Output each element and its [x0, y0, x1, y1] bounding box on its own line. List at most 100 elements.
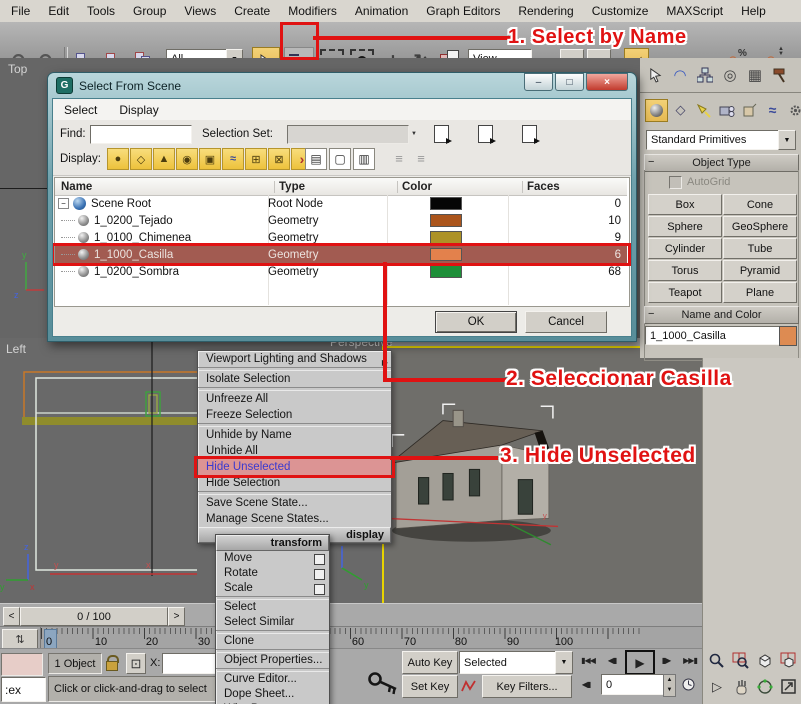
previous-frame-button[interactable]: ◀▮ — [601, 650, 623, 671]
name-color-rollout[interactable]: − Name and Color — [644, 306, 799, 324]
tab-motion[interactable]: ◎ — [719, 63, 741, 87]
button-pyramid[interactable]: Pyramid — [723, 260, 797, 281]
select-all-icon[interactable] — [434, 125, 449, 143]
key-mode-dropdown[interactable]: Selected — [459, 651, 561, 674]
column-header-type[interactable]: Type — [275, 181, 398, 193]
menu-item-curve-editor[interactable]: Curve Editor... — [216, 672, 329, 687]
menu-item-unhide-all[interactable]: Unhide All — [198, 443, 391, 459]
display-influences-icon[interactable]: ≡ — [411, 148, 431, 168]
column-header-faces[interactable]: Faces — [523, 181, 627, 193]
display-shapes-icon[interactable]: ◇ — [130, 148, 152, 170]
column-header-name[interactable]: Name — [55, 181, 275, 193]
find-input[interactable] — [90, 125, 192, 144]
menu-item-hide-selection[interactable]: Hide Selection — [198, 475, 391, 491]
absolute-mode-toggle[interactable]: ⊡ — [126, 653, 146, 674]
menu-item-rotate[interactable]: Rotate — [216, 566, 329, 581]
zoom-extents-button[interactable] — [754, 650, 776, 672]
display-xrefs-icon[interactable]: ⊠ — [268, 148, 290, 170]
play-button[interactable]: ▶ — [625, 650, 655, 675]
ok-button[interactable]: OK — [435, 311, 517, 333]
set-key-button[interactable]: Set Key — [402, 675, 458, 698]
zoom-button[interactable] — [706, 650, 728, 672]
menu-tools[interactable]: Tools — [78, 1, 124, 21]
arc-rotate-button[interactable] — [754, 676, 776, 698]
display-all-icon[interactable]: ▤ — [305, 148, 327, 170]
button-sphere[interactable]: Sphere — [648, 216, 722, 237]
menu-maxscript[interactable]: MAXScript — [657, 1, 732, 21]
menu-item-isolate-selection[interactable]: Isolate Selection — [198, 371, 391, 387]
move-settings-icon[interactable] — [314, 554, 325, 565]
display-cameras-icon[interactable]: ◉ — [176, 148, 198, 170]
tab-utilities[interactable] — [769, 63, 791, 87]
selection-set-dropdown[interactable] — [287, 125, 409, 144]
menu-item-clone[interactable]: Clone — [216, 634, 329, 649]
table-row-casilla-selected[interactable]: 1_1000_Casilla Geometry 6 — [55, 246, 627, 263]
menu-item-freeze-selection[interactable]: Freeze Selection — [198, 407, 391, 423]
frame-spinner[interactable]: ▲▼ — [663, 674, 676, 697]
menu-graph-editors[interactable]: Graph Editors — [417, 1, 509, 21]
menu-modifiers[interactable]: Modifiers — [279, 1, 346, 21]
menu-views[interactable]: Views — [175, 1, 225, 21]
menu-group[interactable]: Group — [124, 1, 175, 21]
menu-item-save-scene-state[interactable]: Save Scene State... — [198, 495, 391, 511]
maximize-viewport-button[interactable] — [778, 676, 800, 698]
menu-item-manage-scene-states[interactable]: Manage Scene States... — [198, 511, 391, 527]
menu-file[interactable]: File — [2, 1, 39, 21]
display-space-warps-icon[interactable]: ≈ — [222, 148, 244, 170]
close-button[interactable]: × — [586, 73, 628, 91]
tab-display[interactable]: ▦ — [744, 63, 766, 87]
time-configuration-button[interactable] — [678, 674, 698, 695]
menu-item-unhide-by-name[interactable]: Unhide by Name — [198, 427, 391, 443]
button-plane[interactable]: Plane — [723, 282, 797, 303]
time-slider-prev-button[interactable]: < — [3, 607, 20, 626]
button-cylinder[interactable]: Cylinder — [648, 238, 722, 259]
menu-item-unfreeze-all[interactable]: Unfreeze All — [198, 391, 391, 407]
selection-set-arrow-icon[interactable]: ▼ — [407, 125, 421, 142]
display-children-icon[interactable]: ≡ — [389, 148, 409, 168]
menu-item-hide-unselected[interactable]: Hide Unselected — [198, 459, 391, 475]
button-tube[interactable]: Tube — [723, 238, 797, 259]
menu-item-viewport-lighting[interactable]: Viewport Lighting and Shadows▶ — [198, 351, 391, 367]
category-space-warps[interactable]: ≈ — [762, 100, 783, 121]
display-invert-icon[interactable]: ▥ — [353, 148, 375, 170]
maximize-button[interactable]: □ — [555, 73, 584, 91]
button-torus[interactable]: Torus — [648, 260, 722, 281]
autogrid-checkbox[interactable] — [669, 176, 682, 189]
key-filters-button[interactable]: Key Filters... — [482, 675, 572, 698]
time-slider-next-button[interactable]: > — [168, 607, 185, 626]
table-row-tejado[interactable]: 1_0200_Tejado Geometry 10 — [55, 212, 627, 229]
object-name-field[interactable]: 1_1000_Casilla — [645, 326, 781, 345]
menu-item-move[interactable]: Move — [216, 551, 329, 566]
zoom-extents-all-button[interactable] — [778, 650, 800, 672]
object-color-swatch[interactable] — [779, 326, 797, 346]
zoom-all-button[interactable] — [730, 650, 752, 672]
button-cone[interactable]: Cone — [723, 194, 797, 215]
selection-lock-icon[interactable] — [106, 654, 118, 670]
goto-start-button[interactable]: ▮◀◀ — [577, 650, 599, 671]
menu-animation[interactable]: Animation — [346, 1, 417, 21]
table-row-chimenea[interactable]: 1_0100_Chimenea Geometry 9 — [55, 229, 627, 246]
category-systems[interactable] — [785, 100, 801, 121]
new-key-curve-icon[interactable] — [459, 675, 479, 696]
category-cameras[interactable] — [716, 100, 737, 121]
menu-item-select-similar[interactable]: Select Similar — [216, 615, 329, 630]
track-bar-ruler[interactable]: 0 10 20 30 40 50 60 70 80 90 100 — [40, 627, 641, 649]
display-lights-icon[interactable]: ▲ — [153, 148, 175, 170]
key-mode-toggle-button[interactable]: ◀▮ — [577, 674, 595, 695]
display-helpers-icon[interactable]: ▣ — [199, 148, 221, 170]
field-of-view-button[interactable]: ▷ — [706, 676, 728, 698]
expander-minus-icon[interactable]: − — [58, 198, 69, 209]
cancel-button[interactable]: Cancel — [525, 311, 607, 333]
menu-item-select[interactable]: Select — [216, 600, 329, 615]
dialog-menu-select[interactable]: Select — [53, 101, 108, 119]
category-shapes[interactable]: ◇ — [670, 100, 691, 121]
auto-key-button[interactable]: Auto Key — [402, 651, 458, 674]
button-geosphere[interactable]: GeoSphere — [723, 216, 797, 237]
goto-end-button[interactable]: ▶▶▮ — [679, 650, 701, 671]
minimize-button[interactable]: – — [524, 73, 553, 91]
primitives-dropdown-arrow-icon[interactable]: ▼ — [778, 130, 796, 150]
column-header-color[interactable]: Color — [398, 181, 523, 193]
macro-recorder-line[interactable] — [1, 653, 43, 676]
display-groups-icon[interactable]: ⊞ — [245, 148, 267, 170]
select-none-icon[interactable] — [478, 125, 493, 143]
